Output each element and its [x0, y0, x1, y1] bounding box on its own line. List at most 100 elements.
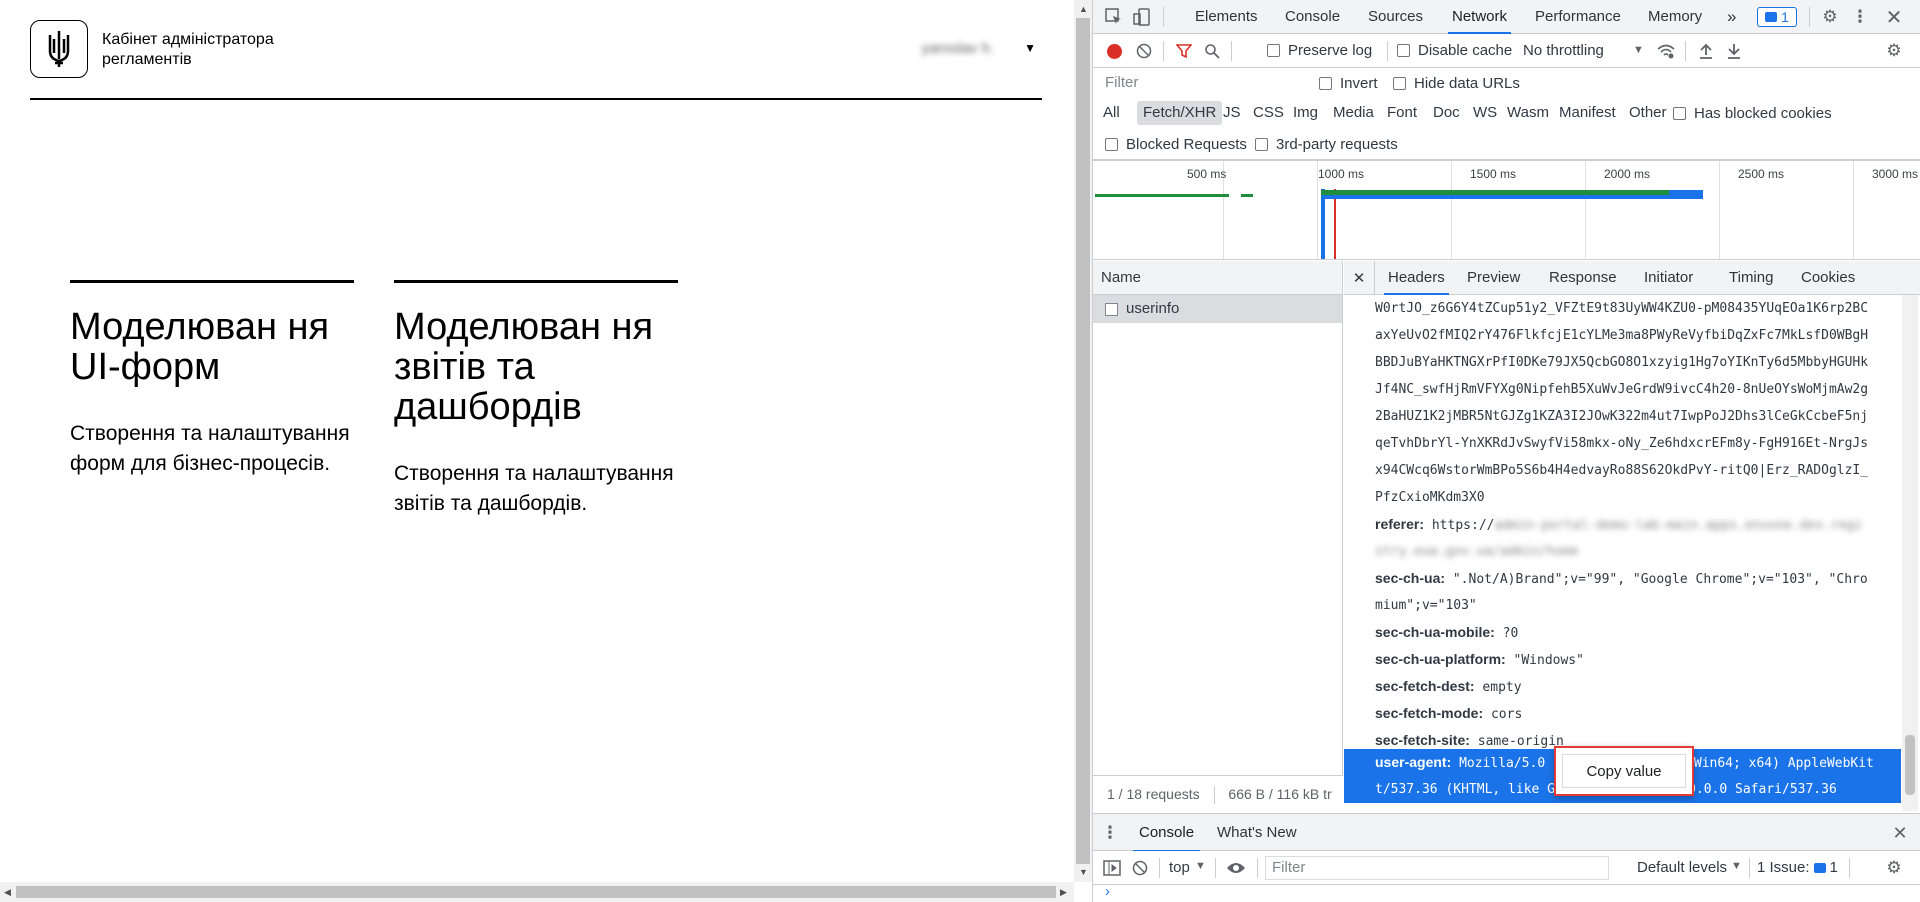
context-select[interactable]: top [1169, 859, 1190, 876]
record-icon[interactable] [1107, 44, 1122, 59]
network-overview-timeline[interactable]: 500 ms 1000 ms 1500 ms 2000 ms 2500 ms 3… [1093, 160, 1920, 260]
tab-response[interactable]: Response [1549, 261, 1617, 295]
scroll-up-arrow-icon[interactable]: ▲ [1079, 4, 1088, 14]
type-filter-other[interactable]: Other [1623, 101, 1673, 125]
tab-memory[interactable]: Memory [1648, 0, 1702, 34]
checkbox-box[interactable] [1105, 138, 1118, 151]
blocked-requests-checkbox[interactable]: Blocked Requests [1105, 136, 1247, 153]
third-party-requests-checkbox[interactable]: 3rd-party requests [1255, 136, 1398, 153]
tab-timing[interactable]: Timing [1729, 261, 1773, 295]
preserve-log-checkbox[interactable]: Preserve log [1267, 42, 1372, 59]
type-filter-doc[interactable]: Doc [1427, 101, 1466, 125]
clear-console-icon[interactable] [1129, 857, 1151, 879]
tab-console[interactable]: Console [1285, 0, 1340, 34]
type-filter-img[interactable]: Img [1287, 101, 1324, 125]
checkbox-box[interactable] [1267, 44, 1280, 57]
page-horizontal-scroll-thumb[interactable] [16, 886, 1056, 898]
request-row[interactable]: userinfo [1093, 295, 1342, 323]
close-devtools-icon[interactable]: ✕ [1883, 6, 1905, 29]
export-har-download-icon[interactable] [1723, 40, 1745, 62]
header-row-sec-ch-ua-platform[interactable]: sec-ch-ua-platform: "Windows" [1344, 646, 1901, 674]
throttling-select[interactable]: No throttling [1523, 42, 1604, 59]
console-prompt[interactable]: › [1093, 883, 1920, 902]
console-issues-button[interactable]: 1 Issue: 1 [1757, 859, 1838, 876]
drawer-tab-console[interactable]: Console [1133, 814, 1201, 852]
chevron-down-icon[interactable]: ▼ [1633, 44, 1644, 56]
tab-elements[interactable]: Elements [1195, 0, 1258, 34]
checkbox-box[interactable] [1255, 138, 1268, 151]
type-filter-manifest[interactable]: Manifest [1553, 101, 1622, 125]
tab-network[interactable]: Network [1448, 0, 1512, 34]
filter-funnel-icon[interactable] [1173, 40, 1195, 62]
header-row-sec-fetch-mode[interactable]: sec-fetch-mode: cors [1344, 700, 1901, 728]
header-row-sec-ch-ua[interactable]: sec-ch-ua: ".Not/A)Brand";v="99", "Googl… [1344, 565, 1901, 593]
tab-headers[interactable]: Headers [1384, 261, 1449, 295]
header-row-referer[interactable]: referer: https://admin-portal-demo-lab-m… [1344, 511, 1901, 539]
user-name[interactable]: yaroslav h. [921, 40, 994, 57]
scroll-down-arrow-icon[interactable]: ▼ [1079, 867, 1088, 877]
disable-cache-checkbox[interactable]: Disable cache [1397, 42, 1512, 59]
chevron-down-icon[interactable]: ▼ [1731, 860, 1742, 872]
device-toolbar-icon[interactable] [1131, 6, 1153, 28]
card-title[interactable]: Моделюван ня звітів та дашбордів [394, 307, 678, 427]
page-vertical-scroll-thumb[interactable] [1076, 18, 1090, 864]
type-filter-fetch-xhr[interactable]: Fetch/XHR [1137, 101, 1223, 125]
tab-preview[interactable]: Preview [1467, 261, 1520, 295]
drawer-menu-icon[interactable]: ⋮ [1101, 822, 1119, 844]
network-settings-gear-icon[interactable]: ⚙ [1883, 40, 1905, 62]
name-column-header[interactable]: Name [1093, 261, 1342, 295]
scroll-right-arrow-icon[interactable]: ▶ [1060, 887, 1067, 898]
card-title[interactable]: Моделюван ня UI-форм [70, 307, 354, 387]
details-vertical-scrollbar[interactable] [1902, 295, 1918, 811]
import-har-upload-icon[interactable] [1695, 40, 1717, 62]
close-details-icon[interactable]: ✕ [1348, 267, 1370, 289]
header-row-sec-ch-ua-mobile[interactable]: sec-ch-ua-mobile: ?0 [1344, 619, 1901, 647]
has-blocked-cookies-checkbox[interactable]: Has blocked cookies [1673, 105, 1832, 122]
log-levels-select[interactable]: Default levels [1637, 859, 1727, 876]
checkbox-box[interactable] [1397, 44, 1410, 57]
trident-logo[interactable] [30, 20, 88, 78]
show-sidebar-icon[interactable] [1101, 857, 1123, 879]
type-filter-js[interactable]: JS [1217, 101, 1247, 125]
invert-checkbox[interactable]: Invert [1319, 75, 1378, 92]
type-filter-media[interactable]: Media [1327, 101, 1380, 125]
filter-input[interactable]: Filter [1101, 72, 1299, 94]
hide-data-urls-checkbox[interactable]: Hide data URLs [1393, 75, 1520, 92]
type-filter-wasm[interactable]: Wasm [1501, 101, 1555, 125]
checkbox-box[interactable] [1319, 77, 1332, 90]
drawer-tab-whats-new[interactable]: What's New [1217, 814, 1297, 852]
request-details-pane: ✕ Headers Preview Response Initiator Tim… [1344, 261, 1920, 811]
live-expression-eye-icon[interactable] [1223, 857, 1249, 879]
type-filter-font[interactable]: Font [1381, 101, 1423, 125]
tab-sources[interactable]: Sources [1368, 0, 1423, 34]
copy-value-menu-item[interactable]: Copy value [1562, 754, 1686, 788]
tab-performance[interactable]: Performance [1535, 0, 1621, 34]
details-vertical-scroll-thumb[interactable] [1905, 735, 1915, 795]
more-options-icon[interactable]: ⋮ [1849, 6, 1871, 28]
inspect-element-icon[interactable] [1103, 6, 1125, 28]
checkbox-box[interactable] [1393, 77, 1406, 90]
settings-gear-icon[interactable]: ⚙ [1819, 6, 1841, 28]
header-row-sec-fetch-dest[interactable]: sec-fetch-dest: empty [1344, 673, 1901, 701]
issues-badge[interactable]: 1 [1757, 7, 1797, 27]
scroll-left-arrow-icon[interactable]: ◀ [4, 887, 11, 898]
tab-initiator[interactable]: Initiator [1644, 261, 1693, 295]
type-filter-css[interactable]: CSS [1247, 101, 1290, 125]
console-filter-input[interactable]: Filter [1265, 856, 1609, 880]
invert-label: Invert [1340, 75, 1378, 92]
type-filter-ws[interactable]: WS [1467, 101, 1503, 125]
checkbox-box[interactable] [1673, 107, 1686, 120]
clear-icon[interactable] [1133, 40, 1155, 62]
card-reports[interactable]: Моделюван ня звітів та дашбордів Створен… [394, 280, 678, 519]
card-ui-forms[interactable]: Моделюван ня UI-форм Створення та налашт… [70, 280, 354, 479]
chevron-down-icon[interactable]: ▼ [1024, 41, 1036, 55]
console-settings-gear-icon[interactable]: ⚙ [1883, 857, 1905, 879]
request-name[interactable]: userinfo [1126, 295, 1179, 323]
more-tabs-icon[interactable]: » [1727, 0, 1736, 34]
tab-cookies[interactable]: Cookies [1801, 261, 1855, 295]
chevron-down-icon[interactable]: ▼ [1195, 860, 1206, 872]
type-filter-all[interactable]: All [1097, 101, 1126, 125]
close-drawer-icon[interactable]: ✕ [1889, 822, 1911, 844]
network-conditions-wifi-icon[interactable] [1655, 40, 1677, 62]
search-icon[interactable] [1201, 40, 1223, 62]
